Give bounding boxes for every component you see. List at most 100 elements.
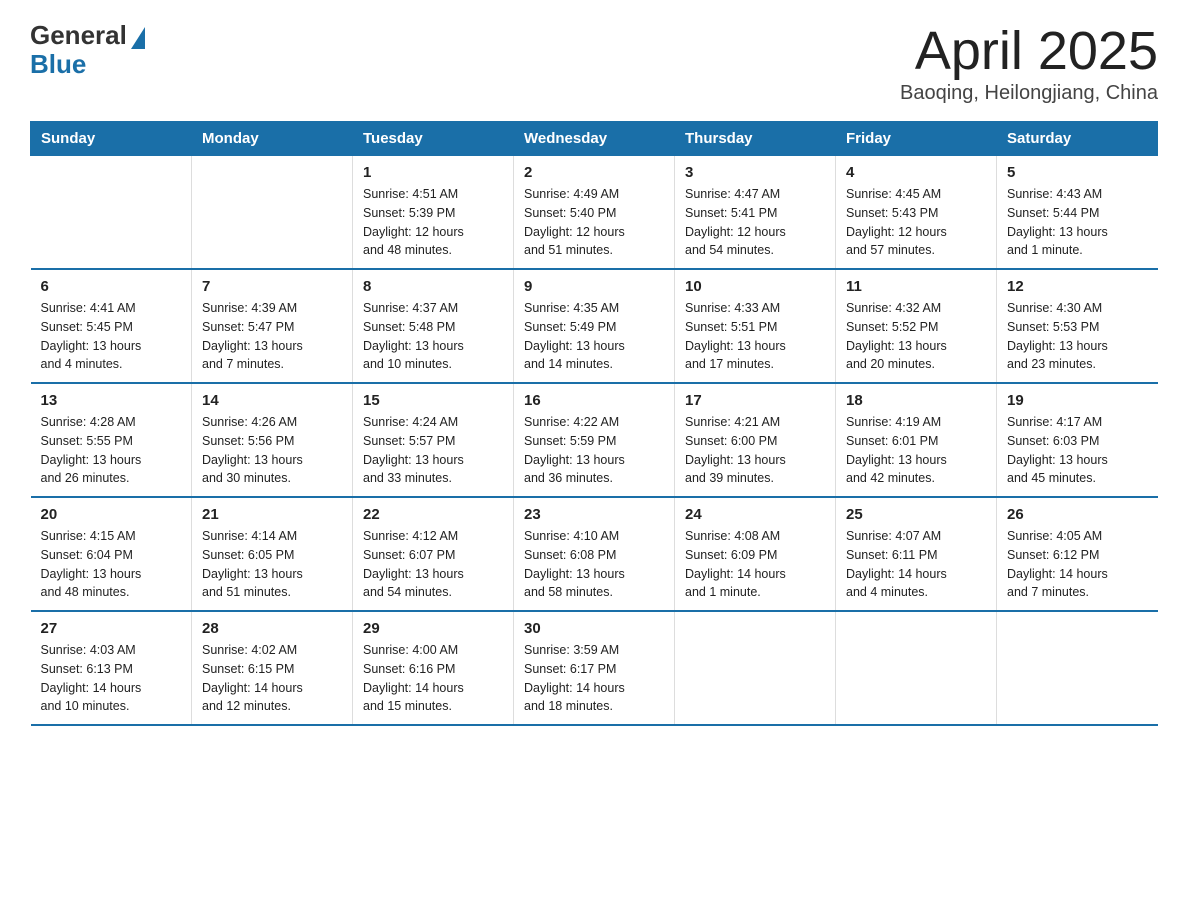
day-info: Sunrise: 4:12 AMSunset: 6:07 PMDaylight:… [363, 527, 503, 602]
calendar-cell: 10 Sunrise: 4:33 AMSunset: 5:51 PMDayligh… [675, 269, 836, 383]
week-row: 20Sunrise: 4:15 AMSunset: 6:04 PMDayligh… [31, 497, 1158, 611]
calendar-table: SundayMondayTuesdayWednesdayThursdayFrid… [30, 121, 1158, 726]
calendar-cell [192, 156, 353, 270]
calendar-cell: 9 Sunrise: 4:35 AMSunset: 5:49 PMDaylight… [514, 269, 675, 383]
day-info: Sunrise: 4:51 AMSunset: 5:39 PMDaylight:… [363, 185, 503, 260]
calendar-cell [997, 611, 1158, 725]
day-number: 14 [202, 392, 342, 409]
calendar-cell: 11 Sunrise: 4:32 AMSunset: 5:52 PMDayligh… [836, 269, 997, 383]
day-number: 9 [524, 278, 664, 295]
day-number: 4 [846, 164, 986, 181]
calendar-cell: 26 Sunrise: 4:05 AMSunset: 6:12 PMDayligh… [997, 497, 1158, 611]
calendar-cell: 19 Sunrise: 4:17 AMSunset: 6:03 PMDayligh… [997, 383, 1158, 497]
day-number: 10 [685, 278, 825, 295]
day-info: Sunrise: 4:08 AMSunset: 6:09 PMDaylight:… [685, 527, 825, 602]
day-info: Sunrise: 4:05 AMSunset: 6:12 PMDaylight:… [1007, 527, 1148, 602]
page-header: General Blue April 2025 Baoqing, Heilong… [30, 20, 1158, 105]
day-info: Sunrise: 3:59 AMSunset: 6:17 PMDaylight:… [524, 641, 664, 716]
day-number: 28 [202, 620, 342, 637]
calendar-cell: 12 Sunrise: 4:30 AMSunset: 5:53 PMDayligh… [997, 269, 1158, 383]
calendar-cell: 8 Sunrise: 4:37 AMSunset: 5:48 PMDaylight… [353, 269, 514, 383]
day-number: 16 [524, 392, 664, 409]
day-info: Sunrise: 4:10 AMSunset: 6:08 PMDaylight:… [524, 527, 664, 602]
calendar-cell: 20Sunrise: 4:15 AMSunset: 6:04 PMDayligh… [31, 497, 192, 611]
page-subtitle: Baoqing, Heilongjiang, China [900, 82, 1158, 105]
day-info: Sunrise: 4:07 AMSunset: 6:11 PMDaylight:… [846, 527, 986, 602]
day-number: 12 [1007, 278, 1148, 295]
day-info: Sunrise: 4:37 AMSunset: 5:48 PMDaylight:… [363, 299, 503, 374]
day-number: 3 [685, 164, 825, 181]
day-info: Sunrise: 4:24 AMSunset: 5:57 PMDaylight:… [363, 413, 503, 488]
day-number: 1 [363, 164, 503, 181]
day-info: Sunrise: 4:43 AMSunset: 5:44 PMDaylight:… [1007, 185, 1148, 260]
day-number: 27 [41, 620, 182, 637]
day-info: Sunrise: 4:19 AMSunset: 6:01 PMDaylight:… [846, 413, 986, 488]
calendar-body: 1 Sunrise: 4:51 AMSunset: 5:39 PMDaylight… [31, 156, 1158, 726]
calendar-cell: 27Sunrise: 4:03 AMSunset: 6:13 PMDayligh… [31, 611, 192, 725]
calendar-cell: 4 Sunrise: 4:45 AMSunset: 5:43 PMDaylight… [836, 156, 997, 270]
day-number: 29 [363, 620, 503, 637]
day-info: Sunrise: 4:30 AMSunset: 5:53 PMDaylight:… [1007, 299, 1148, 374]
calendar-cell: 24Sunrise: 4:08 AMSunset: 6:09 PMDayligh… [675, 497, 836, 611]
day-number: 17 [685, 392, 825, 409]
calendar-cell: 21 Sunrise: 4:14 AMSunset: 6:05 PMDayligh… [192, 497, 353, 611]
calendar-cell: 6 Sunrise: 4:41 AMSunset: 5:45 PMDaylight… [31, 269, 192, 383]
day-number: 8 [363, 278, 503, 295]
calendar-cell: 28 Sunrise: 4:02 AMSunset: 6:15 PMDayligh… [192, 611, 353, 725]
day-number: 15 [363, 392, 503, 409]
day-number: 30 [524, 620, 664, 637]
calendar-cell [31, 156, 192, 270]
logo-blue-text: Blue [30, 49, 86, 80]
calendar-cell: 3Sunrise: 4:47 AMSunset: 5:41 PMDaylight… [675, 156, 836, 270]
day-info: Sunrise: 4:26 AMSunset: 5:56 PMDaylight:… [202, 413, 342, 488]
week-row: 13 Sunrise: 4:28 AMSunset: 5:55 PMDayligh… [31, 383, 1158, 497]
day-number: 23 [524, 506, 664, 523]
calendar-cell: 7Sunrise: 4:39 AMSunset: 5:47 PMDaylight… [192, 269, 353, 383]
day-info: Sunrise: 4:14 AMSunset: 6:05 PMDaylight:… [202, 527, 342, 602]
calendar-cell: 30 Sunrise: 3:59 AMSunset: 6:17 PMDayligh… [514, 611, 675, 725]
calendar-cell [675, 611, 836, 725]
week-row: 27Sunrise: 4:03 AMSunset: 6:13 PMDayligh… [31, 611, 1158, 725]
logo-triangle-icon [131, 27, 145, 49]
day-info: Sunrise: 4:02 AMSunset: 6:15 PMDaylight:… [202, 641, 342, 716]
day-info: Sunrise: 4:33 AMSunset: 5:51 PMDaylight:… [685, 299, 825, 374]
calendar-cell: 25 Sunrise: 4:07 AMSunset: 6:11 PMDayligh… [836, 497, 997, 611]
day-info: Sunrise: 4:17 AMSunset: 6:03 PMDaylight:… [1007, 413, 1148, 488]
day-info: Sunrise: 4:45 AMSunset: 5:43 PMDaylight:… [846, 185, 986, 260]
day-info: Sunrise: 4:35 AMSunset: 5:49 PMDaylight:… [524, 299, 664, 374]
header-day-thursday: Thursday [675, 122, 836, 156]
day-info: Sunrise: 4:39 AMSunset: 5:47 PMDaylight:… [202, 299, 342, 374]
day-number: 13 [41, 392, 182, 409]
day-number: 25 [846, 506, 986, 523]
day-number: 21 [202, 506, 342, 523]
day-info: Sunrise: 4:49 AMSunset: 5:40 PMDaylight:… [524, 185, 664, 260]
week-row: 1 Sunrise: 4:51 AMSunset: 5:39 PMDaylight… [31, 156, 1158, 270]
day-number: 6 [41, 278, 182, 295]
header-day-friday: Friday [836, 122, 997, 156]
page-title: April 2025 [900, 20, 1158, 82]
header-day-monday: Monday [192, 122, 353, 156]
header-day-sunday: Sunday [31, 122, 192, 156]
day-info: Sunrise: 4:28 AMSunset: 5:55 PMDaylight:… [41, 413, 182, 488]
day-number: 20 [41, 506, 182, 523]
day-info: Sunrise: 4:41 AMSunset: 5:45 PMDaylight:… [41, 299, 182, 374]
day-number: 22 [363, 506, 503, 523]
day-info: Sunrise: 4:32 AMSunset: 5:52 PMDaylight:… [846, 299, 986, 374]
calendar-header: SundayMondayTuesdayWednesdayThursdayFrid… [31, 122, 1158, 156]
calendar-cell: 5Sunrise: 4:43 AMSunset: 5:44 PMDaylight… [997, 156, 1158, 270]
logo: General Blue [30, 20, 145, 80]
header-day-wednesday: Wednesday [514, 122, 675, 156]
calendar-cell: 29Sunrise: 4:00 AMSunset: 6:16 PMDayligh… [353, 611, 514, 725]
title-block: April 2025 Baoqing, Heilongjiang, China [900, 20, 1158, 105]
calendar-cell: 14 Sunrise: 4:26 AMSunset: 5:56 PMDayligh… [192, 383, 353, 497]
calendar-cell: 13 Sunrise: 4:28 AMSunset: 5:55 PMDayligh… [31, 383, 192, 497]
calendar-cell: 23 Sunrise: 4:10 AMSunset: 6:08 PMDayligh… [514, 497, 675, 611]
day-number: 26 [1007, 506, 1148, 523]
header-day-saturday: Saturday [997, 122, 1158, 156]
logo-general-text: General [30, 20, 127, 51]
day-number: 2 [524, 164, 664, 181]
day-number: 19 [1007, 392, 1148, 409]
day-number: 11 [846, 278, 986, 295]
day-info: Sunrise: 4:21 AMSunset: 6:00 PMDaylight:… [685, 413, 825, 488]
calendar-cell: 1 Sunrise: 4:51 AMSunset: 5:39 PMDaylight… [353, 156, 514, 270]
